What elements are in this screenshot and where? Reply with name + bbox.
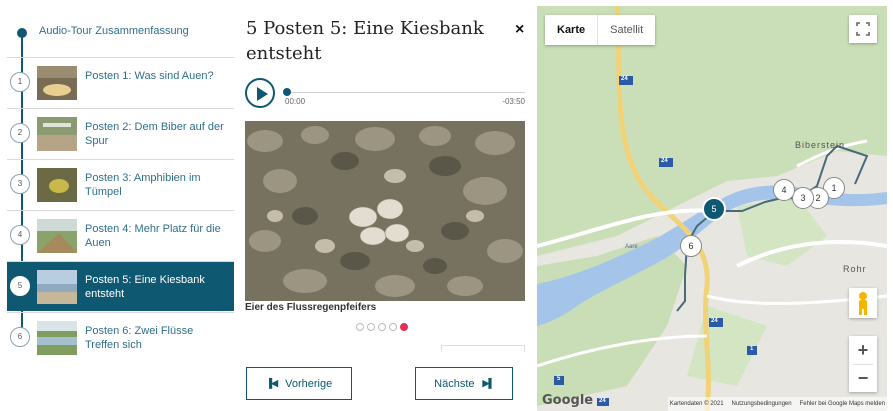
detail-panel: 5 Posten 5: Eine Kiesbank entsteht × 00:…	[234, 0, 537, 411]
list-item-2[interactable]: 2 Posten 2: Dem Biber auf der Spur	[7, 108, 234, 158]
audio-current-time: 00:00	[285, 97, 306, 106]
item-number: 2	[10, 123, 30, 143]
timeline-dot	[17, 28, 27, 38]
next-label: Nächste	[434, 377, 475, 390]
zoom-divider	[853, 364, 873, 365]
list-item-6[interactable]: 6 Posten 6: Zwei Flüsse Treffen sich	[7, 312, 234, 362]
close-icon[interactable]: ×	[515, 21, 524, 39]
list-item-5[interactable]: 5 Posten 5: Eine Kiesbank entsteht	[7, 261, 234, 311]
road-label: 24	[711, 318, 718, 324]
fullscreen-icon	[856, 22, 870, 36]
item-number: 3	[10, 174, 30, 194]
map-type-satellit[interactable]: Satellit	[597, 15, 655, 45]
item-number: 1	[10, 72, 30, 92]
audio-progress-knob[interactable]	[283, 88, 291, 96]
carousel-dots	[356, 323, 408, 331]
audio-remaining-time: -03:50	[502, 97, 525, 106]
item-label: Posten 6: Zwei Flüsse Treffen sich	[85, 325, 194, 351]
map-type-karte[interactable]: Karte	[545, 15, 597, 45]
place-label-biberstein: Biberstein	[795, 140, 846, 150]
item-number: 4	[10, 225, 30, 245]
google-logo: Google	[542, 393, 594, 408]
thumbnail-image	[37, 66, 77, 100]
map-marker-4[interactable]: 4	[773, 179, 795, 201]
item-label: Posten 5: Eine Kiesbank entsteht	[85, 274, 205, 300]
item-number: 6	[10, 327, 30, 347]
road-label: 24	[661, 158, 668, 164]
road-label: 24	[599, 398, 606, 404]
pebble-eggs-photo	[245, 121, 525, 301]
map-marker-6[interactable]: 6	[680, 235, 702, 257]
play-icon	[257, 87, 268, 101]
carousel-dot[interactable]	[367, 323, 375, 331]
map-view[interactable]: 24 24 24 5 1 24 Biberstein Rohr Aare Kar…	[537, 6, 887, 411]
road-label: 1	[750, 346, 754, 352]
map-attribution: Kartendaten © 2021 Nutzungsbedingungen F…	[667, 397, 887, 411]
next-button[interactable]: Nächste ▶▌	[415, 367, 513, 400]
thumbnail-image	[37, 219, 77, 253]
map-marker-3[interactable]: 3	[792, 187, 814, 209]
item-label: Posten 2: Dem Biber auf der Spur	[85, 121, 224, 147]
place-label-rohr: Rohr	[843, 264, 867, 274]
thumbnail-image	[37, 168, 77, 202]
skip-forward-icon: ▶▌	[482, 378, 495, 388]
list-item-1[interactable]: 1 Posten 1: Was sind Auen?	[7, 57, 234, 107]
map-marker-5-active[interactable]: 5	[702, 197, 726, 221]
attribution-terms-link[interactable]: Nutzungsbedingungen	[732, 401, 792, 407]
carousel-dot[interactable]	[356, 323, 364, 331]
item-label: Posten 1: Was sind Auen?	[85, 70, 214, 82]
road-label: 5	[557, 376, 561, 382]
audio-progress-track[interactable]	[285, 92, 525, 93]
pegman-icon	[859, 292, 867, 315]
previous-button[interactable]: ▐◀ Vorherige	[246, 367, 352, 400]
item-number: 5	[10, 276, 30, 296]
carousel-dot-active[interactable]	[400, 323, 408, 331]
thumbnail-image	[37, 321, 77, 355]
tour-sidebar: Audio-Tour Zusammenfassung 1 Posten 1: W…	[0, 0, 234, 411]
skip-back-icon: ▐◀	[265, 378, 278, 388]
thumbnail-image	[37, 270, 77, 304]
thumbnail-image	[37, 117, 77, 151]
street-view-button[interactable]	[849, 288, 877, 318]
item-label: Posten 4: Mehr Platz für die Auen	[85, 223, 221, 249]
summary-label: Audio-Tour Zusammenfassung	[39, 25, 189, 37]
carousel-dot[interactable]	[389, 323, 397, 331]
zoom-control: + −	[849, 336, 877, 392]
list-item-3[interactable]: 3 Posten 3: Amphibien im Tümpel	[7, 159, 234, 209]
item-label: Posten 3: Amphibien im Tümpel	[85, 172, 201, 198]
play-button[interactable]	[245, 78, 275, 108]
river-label-aare: Aare	[625, 244, 638, 250]
nav-bar: ▐◀ Vorherige Nächste ▶▌	[234, 352, 537, 411]
map-type-control: Karte Satellit	[545, 15, 656, 45]
detail-title: 5 Posten 5: Eine Kiesbank entsteht	[246, 18, 484, 64]
road-label: 24	[621, 76, 628, 82]
list-item-4[interactable]: 4 Posten 4: Mehr Platz für die Auen	[7, 210, 234, 260]
attribution-report-link[interactable]: Fehler bei Google Maps melden	[800, 401, 885, 407]
summary-item[interactable]: Audio-Tour Zusammenfassung	[0, 16, 234, 48]
carousel-dot[interactable]	[378, 323, 386, 331]
photo-caption: Eier des Flussregenpfeifers	[245, 302, 377, 313]
attribution-data: Kartendaten © 2021	[669, 401, 724, 407]
zoom-out-button[interactable]: −	[849, 364, 877, 392]
zoom-in-button[interactable]: +	[849, 336, 877, 364]
previous-label: Vorherige	[285, 377, 333, 390]
audio-player: 00:00 -03:50	[245, 78, 527, 110]
fullscreen-button[interactable]	[849, 15, 877, 43]
